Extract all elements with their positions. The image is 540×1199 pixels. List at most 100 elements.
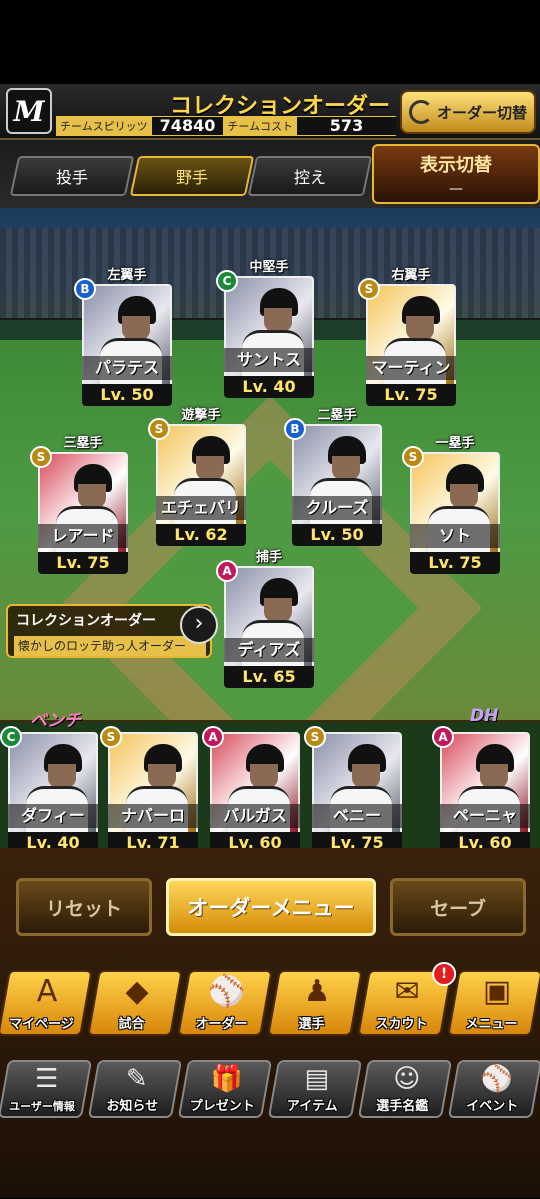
tab-pitcher[interactable]: 投手 bbox=[9, 156, 135, 196]
rank-badge: B bbox=[74, 278, 96, 300]
bench-card[interactable]: C ダフィー Lv. 40 bbox=[0, 726, 100, 854]
stadium-icon: ◆ bbox=[125, 974, 149, 1009]
tab-reserve[interactable]: 控え bbox=[247, 156, 373, 196]
gift-icon: 🎁 bbox=[210, 1064, 243, 1094]
player-card-right-field[interactable]: 右翼手 S マーティン Lv. 75 bbox=[358, 268, 458, 406]
player-card-shortstop[interactable]: 遊撃手 S エチェバリア Lv. 62 bbox=[148, 408, 248, 546]
nav-label: メニュー bbox=[465, 1017, 518, 1032]
nav-match[interactable]: ◆ 試合 bbox=[87, 970, 183, 1036]
collection-order-panel[interactable]: コレクションオーダー 懐かしのロッテ助っ人オーダー › bbox=[6, 604, 218, 658]
player-card-center-field[interactable]: 中堅手 C サントス Lv. 40 bbox=[216, 260, 316, 398]
player-card-left-field[interactable]: 左翼手 B パラテス Lv. 50 bbox=[74, 268, 174, 406]
player-name: ペーニャ bbox=[440, 804, 530, 828]
position-label: 中堅手 bbox=[249, 260, 289, 275]
dh-card[interactable]: A ペーニャ Lv. 60 bbox=[432, 726, 532, 854]
primary-nav: A マイページ ◆ 試合 ⚾ オーダー ♟ 選手 ✉ スカウト ! ▣ メニュー bbox=[0, 962, 540, 1036]
display-switch-value: — bbox=[449, 181, 463, 197]
nav-item[interactable]: ▤ アイテム bbox=[267, 1060, 363, 1118]
player-name: マーティン bbox=[366, 356, 456, 380]
header-bar: M コレクションオーダー チームスピリッツ 74840 チームコスト 573 オ… bbox=[0, 84, 540, 140]
bench-area: ベンチ DH C ダフィー Lv. 40 S ナバーロ Lv. 71 A バルガ… bbox=[0, 706, 540, 854]
item-book-icon: ▤ bbox=[304, 1064, 330, 1094]
order-switch-label: オーダー切替 bbox=[436, 103, 527, 122]
save-button[interactable]: セーブ bbox=[390, 878, 526, 936]
rank-badge: A bbox=[202, 726, 224, 748]
player-name: クルーズ bbox=[292, 496, 382, 520]
team-cost-value: 573 bbox=[297, 117, 396, 135]
nav-event[interactable]: ⚾ イベント bbox=[447, 1060, 540, 1118]
display-switch-button[interactable]: 表示切替 — bbox=[372, 144, 540, 204]
rank-badge: S bbox=[30, 446, 52, 468]
order-icon: ⚾ bbox=[208, 974, 246, 1009]
event-icon: ⚾ bbox=[480, 1064, 513, 1094]
nav-scout[interactable]: ✉ スカウト ! bbox=[357, 962, 457, 1036]
player-level: Lv. 50 bbox=[82, 384, 172, 406]
nav-label: 選手 bbox=[298, 1017, 325, 1032]
player-card-first-base[interactable]: 一塁手 S ソト Lv. 75 bbox=[402, 436, 502, 574]
nav-player-directory[interactable]: ☺ 選手名鑑 bbox=[357, 1060, 453, 1118]
rank-badge: S bbox=[304, 726, 326, 748]
player-level: Lv. 62 bbox=[156, 524, 246, 546]
position-tabs: 投手 野手 控え 表示切替 — bbox=[0, 140, 540, 208]
news-icon: ✎ bbox=[125, 1064, 148, 1094]
bench-card[interactable]: A バルガス Lv. 60 bbox=[202, 726, 302, 854]
bench-label: ベンチ bbox=[30, 711, 81, 731]
player-level: Lv. 40 bbox=[224, 376, 314, 398]
player-level: Lv. 75 bbox=[38, 552, 128, 574]
order-menu-button[interactable]: オーダーメニュー bbox=[166, 878, 376, 936]
rank-badge: S bbox=[148, 418, 170, 440]
position-label: 二塁手 bbox=[317, 408, 357, 423]
tab-label: 野手 bbox=[175, 168, 208, 187]
nav-label: アイテム bbox=[286, 1099, 338, 1114]
swap-icon bbox=[408, 100, 433, 124]
player-level: Lv. 50 bbox=[292, 524, 382, 546]
team-spirits-label: チームスピリッツ bbox=[60, 120, 148, 133]
user-card-icon: ☰ bbox=[35, 1064, 59, 1094]
position-label: 一塁手 bbox=[435, 436, 475, 451]
player-level: Lv. 65 bbox=[224, 666, 314, 688]
display-switch-title: 表示切替 bbox=[420, 155, 492, 176]
mypage-icon: A bbox=[36, 974, 58, 1009]
notification-badge: ! bbox=[432, 962, 457, 986]
nav-label: イベント bbox=[466, 1099, 519, 1114]
player-name: サントス bbox=[224, 348, 314, 372]
reset-button[interactable]: リセット bbox=[16, 878, 152, 936]
player-card-third-base[interactable]: 三塁手 S レアード Lv. 75 bbox=[30, 436, 130, 574]
chevron-right-icon[interactable]: › bbox=[180, 606, 218, 644]
team-spirits-value: 74840 bbox=[151, 117, 224, 135]
position-label: 左翼手 bbox=[107, 268, 147, 283]
nav-players[interactable]: ♟ 選手 bbox=[267, 970, 363, 1036]
nav-label: プレゼント bbox=[189, 1099, 255, 1114]
nav-news[interactable]: ✎ お知らせ bbox=[87, 1060, 183, 1118]
nav-mypage[interactable]: A マイページ bbox=[0, 970, 93, 1036]
tab-fielder[interactable]: 野手 bbox=[129, 156, 255, 196]
rank-badge: A bbox=[216, 560, 238, 582]
rank-badge: S bbox=[100, 726, 122, 748]
player-card-second-base[interactable]: 二塁手 B クルーズ Lv. 50 bbox=[284, 408, 384, 546]
lower-panel: リセット オーダーメニュー セーブ A マイページ ◆ 試合 ⚾ オーダー ♟ … bbox=[0, 848, 540, 1198]
player-card-catcher[interactable]: 捕手 A ディアズ Lv. 65 bbox=[216, 550, 316, 688]
player-name: パラテス bbox=[82, 356, 172, 380]
nav-present[interactable]: 🎁 プレゼント bbox=[177, 1060, 273, 1118]
dh-label: DH bbox=[470, 706, 499, 726]
team-logo: M bbox=[6, 88, 52, 134]
tab-label: 投手 bbox=[55, 168, 88, 187]
bench-card[interactable]: S ナバーロ Lv. 71 bbox=[100, 726, 200, 854]
order-switch-button[interactable]: オーダー切替 bbox=[400, 90, 536, 134]
nav-user-info[interactable]: ☰ ユーザー情報 bbox=[0, 1060, 93, 1118]
collection-order-subtitle: 懐かしのロッテ助っ人オーダー bbox=[14, 636, 206, 656]
player-name: バルガス bbox=[210, 804, 300, 828]
player-directory-icon: ☺ bbox=[393, 1064, 421, 1094]
secondary-nav: ☰ ユーザー情報 ✎ お知らせ 🎁 プレゼント ▤ アイテム ☺ 選手名鑑 ⚾ … bbox=[0, 1060, 540, 1118]
nav-menu[interactable]: ▣ メニュー bbox=[447, 970, 540, 1036]
player-name: ダフィー bbox=[8, 804, 98, 828]
player-icon: ♟ bbox=[303, 974, 331, 1009]
rank-badge: C bbox=[0, 726, 22, 748]
nav-label: スカウト bbox=[375, 1017, 428, 1032]
position-label: 遊撃手 bbox=[181, 408, 221, 423]
collection-order-title: コレクションオーダー bbox=[16, 613, 156, 629]
bench-card[interactable]: S ベニー Lv. 75 bbox=[304, 726, 404, 854]
player-name: ソト bbox=[410, 524, 500, 548]
rank-badge: A bbox=[432, 726, 454, 748]
nav-order[interactable]: ⚾ オーダー bbox=[177, 970, 273, 1036]
